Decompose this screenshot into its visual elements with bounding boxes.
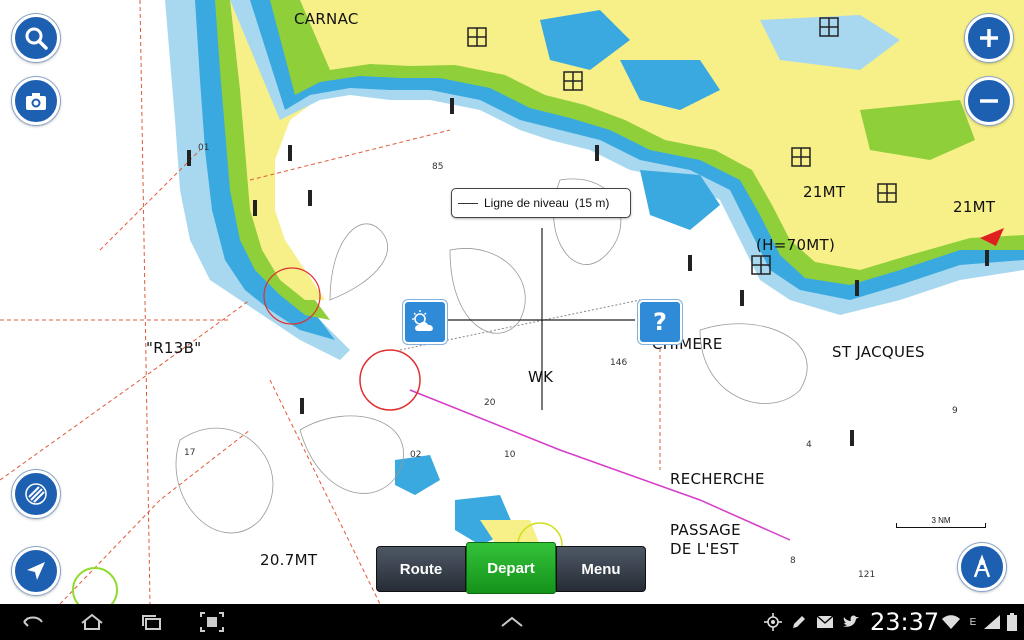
zoom-out-button[interactable] [965,77,1013,125]
depth-sounding: 8 [790,556,796,566]
depth-sounding: 10 [504,450,516,460]
map-label-21mt-east: 21MT [953,198,996,216]
depth-sounding: 9 [952,406,958,416]
map-label-st-jacques: ST JACQUES [832,343,925,361]
tooltip-value: (15 m) [574,196,610,210]
network-type-icon: E [966,604,980,640]
chevron-up-icon[interactable] [496,604,528,640]
map-label-wk: WK [528,368,554,386]
autorouting-icon [973,554,991,578]
depth-sounding: 146 [610,358,628,368]
system-bar: 23:37 E [0,604,1024,640]
map-label-21mt: 21MT [803,183,846,201]
search-button[interactable] [12,14,60,62]
layers-button[interactable] [12,470,60,518]
map-label-de-lest: DE L'EST [670,540,739,558]
scale-bar: 3 NM [896,516,986,528]
depth-sounding: 17 [184,448,196,458]
zoom-in-button[interactable] [965,14,1013,62]
search-icon [25,27,48,50]
wifi-icon [940,604,962,640]
tooltip-label: Ligne de niveau [484,196,569,210]
scale-line [896,523,986,528]
depth-sounding: 20 [484,398,496,408]
contour-tooltip[interactable]: Ligne de niveau (15 m) [451,188,631,218]
camera-button[interactable] [12,77,60,125]
mail-icon [814,604,836,640]
depth-sounding: 4 [806,440,812,450]
plus-icon [980,29,998,47]
back-icon[interactable] [14,604,50,640]
question-icon: ? [653,308,667,336]
layers-icon [25,483,47,505]
camera-icon [26,93,46,110]
minus-icon [980,99,998,103]
battery-icon [1004,604,1020,640]
map-label-h70mt: (H=70MT) [756,236,836,254]
status-clock: 23:37 [870,608,940,636]
depart-button[interactable]: Depart [466,542,556,594]
depth-sounding: 02 [410,450,422,460]
depth-sounding: 121 [858,570,876,580]
weather-button[interactable] [403,300,447,344]
map-label-passage: PASSAGE [670,521,741,539]
help-button[interactable]: ? [638,300,682,344]
map-label-recherche: RECHERCHE [670,470,765,488]
map-label-r13b: "R13B" [146,339,202,357]
network-type-label: E [969,616,977,628]
autorouting-button[interactable] [958,543,1006,591]
contour-line-icon [458,202,478,204]
depth-sounding: 85 [432,162,444,172]
gps-icon [762,604,784,640]
weather-icon [412,310,433,331]
navigation-arrow-icon [27,562,45,580]
depth-sounding: 01 [198,143,210,153]
twitter-icon [840,604,862,640]
signal-icon [982,604,1002,640]
map-label-carnac: CARNAC [294,10,359,28]
pencil-icon [788,604,810,640]
route-button[interactable]: Route [376,546,466,592]
bottom-action-bar: Route Depart Menu [376,542,646,594]
locate-button[interactable] [12,547,60,595]
nautical-chart[interactable] [0,0,1024,604]
recent-apps-icon[interactable] [134,604,170,640]
map-label-207mt: 20.7MT [260,551,318,569]
home-icon[interactable] [74,604,110,640]
menu-button[interactable]: Menu [556,546,646,592]
screenshot-icon[interactable] [194,604,230,640]
